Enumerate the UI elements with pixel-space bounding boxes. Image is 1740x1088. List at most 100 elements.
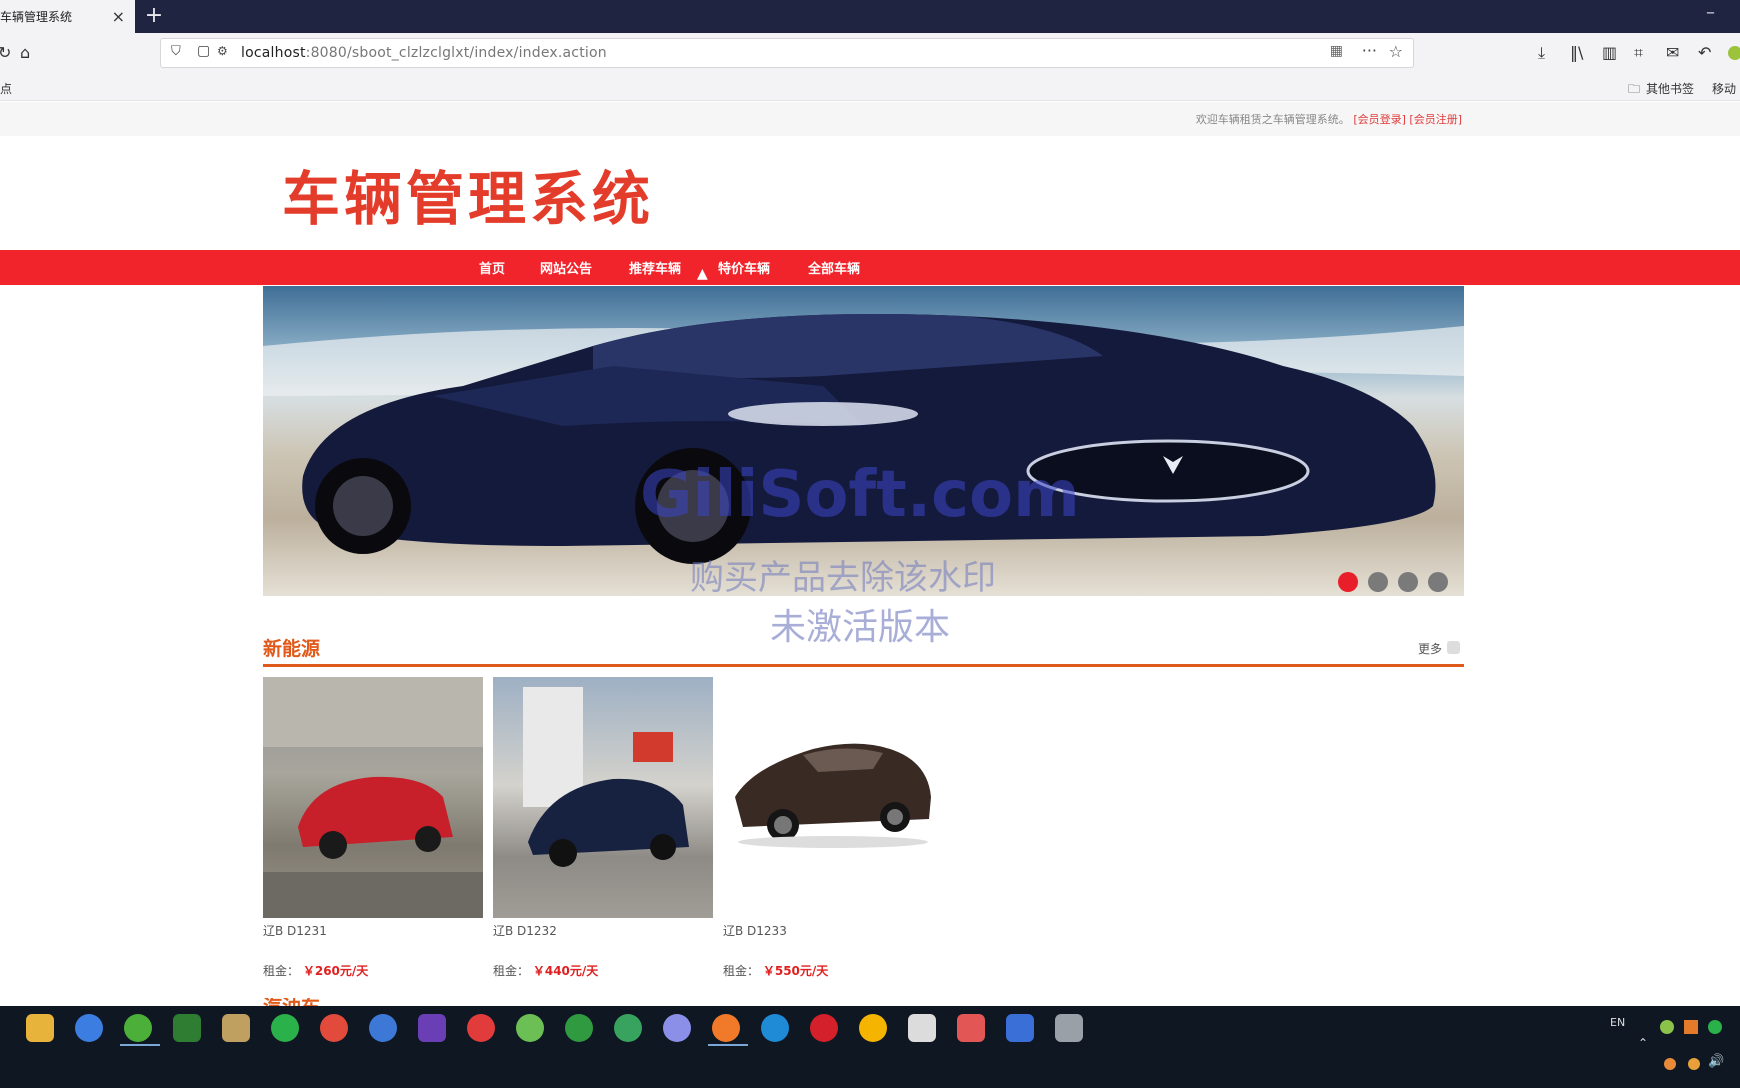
browser-tab[interactable]: 车辆管理系统 × [0,0,135,33]
chrome-icon[interactable] [320,1014,348,1042]
gilisoft-icon[interactable] [908,1014,936,1042]
member-login-link[interactable]: [会员登录] [1353,113,1406,126]
app-circle-icon[interactable] [565,1014,593,1042]
watermark-brand: GiliSoft.com [640,458,1080,532]
car-plate-2[interactable]: 辽B D1232 [493,922,557,939]
opera-icon[interactable] [810,1014,838,1042]
mobile-bookmarks[interactable]: 移动 [1712,80,1736,97]
qq-icon[interactable] [467,1014,495,1042]
extension-icon[interactable] [1728,46,1740,60]
car-image-1[interactable] [263,677,483,918]
minimize-icon[interactable]: – [1706,2,1715,23]
watermark-line-2: 未激活版本 [770,607,951,648]
rent-label: 租金： [723,964,760,978]
url-text[interactable]: localhost:8080/sboot_clzlzclglxt/index/i… [241,45,607,61]
nav-all-vehicles[interactable]: 全部车辆 [808,258,860,277]
more-arrow-icon[interactable] [1447,641,1460,654]
input-language-indicator[interactable]: EN [1610,1016,1625,1029]
section-divider [263,664,1464,667]
tab-title: 车辆管理系统 [0,10,73,24]
edge-icon[interactable] [761,1014,789,1042]
chrome-alt-icon[interactable] [369,1014,397,1042]
tools-icon[interactable] [222,1014,250,1042]
screenshot-icon[interactable]: ⌗ [1634,33,1643,73]
nav-home[interactable]: 首页 [479,258,505,277]
main-nav [0,250,1740,285]
qr-code-icon[interactable]: ▦ [1330,43,1343,59]
file-explorer-icon[interactable] [26,1014,54,1042]
car-image-3[interactable] [723,677,943,918]
home-icon[interactable]: ⌂ [20,33,30,73]
undo-icon[interactable]: ↶ [1698,33,1711,73]
more-actions-icon[interactable]: ··· [1362,41,1377,60]
nav-special-price[interactable]: 特价车辆 [718,258,770,277]
address-bar[interactable]: ⛉ ▢ ⚙ localhost:8080/sboot_clzlzclglxt/i… [160,38,1414,68]
car-1-graphic [263,677,483,918]
shield-icon[interactable]: ⛉ [171,44,181,59]
show-hidden-icons-icon[interactable]: ⌃ [1638,1036,1648,1050]
intellij-icon[interactable] [418,1014,446,1042]
bookmarks-bar [0,73,1740,101]
top-info-bar [0,102,1740,136]
rent-price: ￥550元/天 [762,964,829,978]
rent-label: 租金： [263,964,300,978]
car-image-2[interactable] [493,677,713,918]
next-section-title-partial: 汽油车 [263,998,323,1006]
browser-globe-icon[interactable] [75,1014,103,1042]
permissions-icon[interactable]: ⚙ [217,44,228,58]
new-tab-button[interactable]: + [142,4,166,28]
bookmark-star-icon[interactable]: ☆ [1389,42,1403,61]
bookmark-item[interactable]: 点 [0,80,12,97]
word-icon[interactable] [1006,1014,1034,1042]
firefox-icon[interactable] [712,1014,740,1042]
site-logo[interactable]: 车辆管理系统 [282,152,654,236]
app-earth-icon[interactable] [614,1014,642,1042]
nav-recommended[interactable]: 推荐车辆 [629,258,681,277]
bookmark-other[interactable]: 其他书签 [1646,80,1694,97]
app-pill-icon[interactable] [663,1014,691,1042]
member-register-link[interactable]: [会员注册] [1409,113,1462,126]
carousel-dot-2[interactable] [1368,572,1388,592]
car-rent-2: 租金： ￥440元/天 [493,962,598,979]
tray-icon-2[interactable] [1684,1020,1698,1034]
active-app-indicator [120,1044,160,1046]
tray-icon-1[interactable] [1660,1020,1674,1034]
rent-price: ￥260元/天 [302,964,369,978]
reload-icon[interactable]: ↻ [0,33,11,73]
app-leaf-icon[interactable] [516,1014,544,1042]
carousel-dot-4[interactable] [1428,572,1448,592]
car-3-graphic [735,743,931,848]
chat-icon[interactable]: ✉ [1666,33,1679,73]
color-picker-icon[interactable] [859,1014,887,1042]
browser-title-bar [0,0,1740,33]
watermark-line-1: 购买产品去除该水印 [690,558,996,598]
carousel-dot-3[interactable] [1398,572,1418,592]
nav-announcements[interactable]: 网站公告 [540,258,592,277]
folder-icon: 🗀 [1628,82,1641,96]
app-tree-icon[interactable] [173,1014,201,1042]
car-rent-3: 租金： ￥550元/天 [723,962,828,979]
tray-icon-4[interactable] [1688,1058,1700,1070]
sidebar-icon[interactable]: ▥ [1602,33,1617,73]
app-green-icon[interactable] [124,1014,152,1042]
download-icon[interactable]: ⤓ [1538,33,1545,73]
rent-price: ￥440元/天 [532,964,599,978]
url-host: localhost [241,45,306,61]
car-plate-3[interactable]: 辽B D1233 [723,922,787,939]
section-more-link[interactable]: 更多 [1418,640,1442,657]
active-app-indicator [708,1044,748,1046]
rent-label: 租金： [493,964,530,978]
carousel-dot-1[interactable] [1338,572,1358,592]
app-gray-icon[interactable] [1055,1014,1083,1042]
wechat-icon[interactable] [271,1014,299,1042]
welcome-text: 欢迎车辆租赁之车辆管理系统。 [1195,113,1350,126]
car-rent-1: 租金： ￥260元/天 [263,962,368,979]
app-red-icon[interactable] [957,1014,985,1042]
library-icon[interactable]: ‖\ [1570,33,1583,73]
page-info-icon[interactable]: ▢ [197,43,210,59]
car-plate-1[interactable]: 辽B D1231 [263,922,327,939]
tray-icon-3[interactable] [1664,1058,1676,1070]
tray-wechat-icon[interactable] [1708,1020,1722,1034]
volume-icon[interactable]: 🔊 [1708,1054,1724,1069]
tab-close-icon[interactable]: × [112,7,125,26]
